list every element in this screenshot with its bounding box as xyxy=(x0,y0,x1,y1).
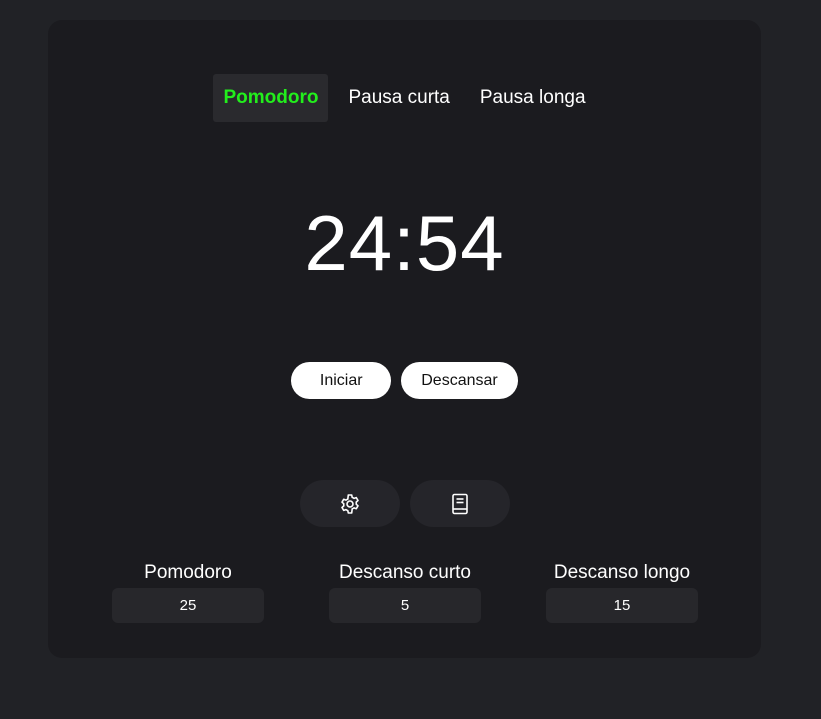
start-button[interactable]: Iniciar xyxy=(291,362,392,399)
tab-short-break[interactable]: Pausa curta xyxy=(338,74,459,122)
tab-pomodoro[interactable]: Pomodoro xyxy=(213,74,329,122)
short-break-minutes-input[interactable]: 5 xyxy=(329,588,481,623)
pomodoro-setting-label: Pomodoro xyxy=(144,562,232,583)
pomodoro-card: Pomodoro Pausa curta Pausa longa 24:54 I… xyxy=(48,20,761,658)
pomodoro-minutes-input[interactable]: 25 xyxy=(112,588,264,623)
mode-tabs: Pomodoro Pausa curta Pausa longa xyxy=(48,74,761,122)
tab-long-break[interactable]: Pausa longa xyxy=(470,74,596,122)
rest-button[interactable]: Descansar xyxy=(401,362,518,399)
gear-icon xyxy=(340,493,359,514)
icon-toolbar xyxy=(48,480,761,527)
timer-display: 24:54 xyxy=(304,199,505,287)
long-break-setting: Descanso longo 15 xyxy=(546,561,698,623)
document-icon xyxy=(451,493,468,514)
long-break-setting-label: Descanso longo xyxy=(553,562,691,583)
long-break-minutes-input[interactable]: 15 xyxy=(546,588,698,623)
short-break-setting-label: Descanso curto xyxy=(338,562,471,583)
timer-actions: Iniciar Descansar xyxy=(48,362,761,399)
notes-button[interactable] xyxy=(409,480,510,527)
settings-button[interactable] xyxy=(299,480,400,527)
short-break-setting: Descanso curto 5 xyxy=(329,561,481,623)
pomodoro-setting: Pomodoro 25 xyxy=(112,561,264,623)
